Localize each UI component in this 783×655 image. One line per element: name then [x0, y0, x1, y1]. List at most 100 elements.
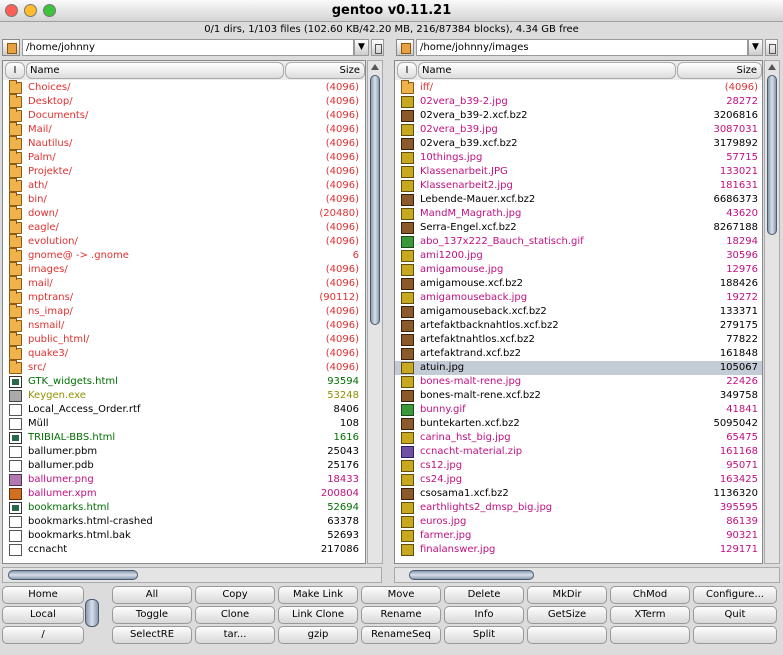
- left-path-input[interactable]: /home/johnny: [22, 39, 354, 56]
- file-row[interactable]: ballumer.png 18433: [3, 473, 365, 487]
- file-row[interactable]: ami1200.jpg 30596: [395, 249, 762, 263]
- right-scroll-up-icon[interactable]: [766, 62, 778, 72]
- right-hscroll-thumb[interactable]: [409, 570, 534, 580]
- left-scroll-up-icon[interactable]: [369, 62, 381, 72]
- xterm-button[interactable]: XTerm: [610, 606, 690, 624]
- file-row[interactable]: bookmarks.html 52694: [3, 501, 365, 515]
- file-row[interactable]: cs12.jpg 95071: [395, 459, 762, 473]
- left-path-dropdown-icon[interactable]: ▼: [354, 39, 369, 56]
- file-row[interactable]: Serra-Engel.xcf.bz2 8267188: [395, 221, 762, 235]
- renameseq-button[interactable]: RenameSeq: [361, 626, 441, 644]
- file-row[interactable]: MandM_Magrath.jpg 43620: [395, 207, 762, 221]
- file-row[interactable]: finalanswer.jpg 129171: [395, 543, 762, 557]
- file-row[interactable]: carina_hst_big.jpg 65475: [395, 431, 762, 445]
- chmod-button[interactable]: ChMod: [610, 586, 690, 604]
- file-row[interactable]: src/ (4096): [3, 360, 365, 375]
- file-row[interactable]: Müll 108: [3, 417, 365, 431]
- file-row[interactable]: GTK_widgets.html 93594: [3, 375, 365, 389]
- empty-button[interactable]: [693, 626, 777, 644]
- right-parent-dir-icon[interactable]: [396, 39, 414, 56]
- file-row[interactable]: down/ (20480): [3, 206, 365, 221]
- file-row[interactable]: evolution/ (4096): [3, 234, 365, 249]
- file-row[interactable]: 02vera_b39.jpg 3087031: [395, 123, 762, 137]
- file-row[interactable]: ccnacht-material.zip 161168: [395, 445, 762, 459]
- file-row[interactable]: Klassenarbeit2.jpg 181631: [395, 179, 762, 193]
- file-row[interactable]: farmer.jpg 90321: [395, 529, 762, 543]
- file-row[interactable]: bookmarks.html.bak 52693: [3, 529, 365, 543]
- file-row[interactable]: ath/ (4096): [3, 178, 365, 193]
- file-row[interactable]: Mail/ (4096): [3, 122, 365, 137]
- file-row[interactable]: gnome@ -> .gnome 6: [3, 248, 365, 263]
- left-parent-dir-icon[interactable]: [2, 39, 20, 56]
- file-row[interactable]: amigamouse.jpg 12976: [395, 263, 762, 277]
- file-row[interactable]: 02vera_b39-2.jpg 28272: [395, 95, 762, 109]
- clone-button[interactable]: Clone: [195, 606, 275, 624]
- file-row[interactable]: public_html/ (4096): [3, 332, 365, 347]
- file-row[interactable]: eagle/ (4096): [3, 220, 365, 235]
- left-header-size[interactable]: Size: [285, 62, 365, 79]
- button-bank-slider[interactable]: [85, 599, 99, 627]
- file-row[interactable]: bones-malt-rene.xcf.bz2 349758: [395, 389, 762, 403]
- right-header-size[interactable]: Size: [677, 62, 762, 79]
- gzip-button[interactable]: gzip: [278, 626, 358, 644]
- left-scroll-thumb[interactable]: [370, 75, 380, 325]
- file-row[interactable]: iff/ (4096): [395, 80, 762, 95]
- file-row[interactable]: ballumer.pdb 25176: [3, 459, 365, 473]
- file-row[interactable]: amigamouseback.jpg 19272: [395, 291, 762, 305]
- local-button[interactable]: Local: [2, 606, 84, 624]
- toggle-button[interactable]: Toggle: [112, 606, 192, 624]
- file-row[interactable]: Documents/ (4096): [3, 108, 365, 123]
- right-path-input[interactable]: /home/johnny/images: [416, 39, 748, 56]
- make-link-button[interactable]: Make Link: [278, 586, 358, 604]
- file-row[interactable]: mptrans/ (90112): [3, 290, 365, 305]
- file-row[interactable]: images/ (4096): [3, 262, 365, 277]
- file-row[interactable]: Projekte/ (4096): [3, 164, 365, 179]
- tar-button[interactable]: tar...: [195, 626, 275, 644]
- file-row[interactable]: quake3/ (4096): [3, 346, 365, 361]
- file-row[interactable]: earthlights2_dmsp_big.jpg 395595: [395, 501, 762, 515]
- file-row[interactable]: bunny.gif 41841: [395, 403, 762, 417]
- file-row[interactable]: bookmarks.html-crashed 63378: [3, 515, 365, 529]
- file-row[interactable]: csosama1.xcf.bz2 1136320: [395, 487, 762, 501]
- file-row[interactable]: artefaktrand.xcf.bz2 161848: [395, 347, 762, 361]
- selectre-button[interactable]: SelectRE: [112, 626, 192, 644]
- delete-button[interactable]: Delete: [444, 586, 524, 604]
- right-vertical-scrollbar[interactable]: [764, 60, 780, 564]
- file-row[interactable]: Palm/ (4096): [3, 150, 365, 165]
- file-row[interactable]: artefaktnahtlos.xcf.bz2 77822: [395, 333, 762, 347]
- file-row[interactable]: Choices/ (4096): [3, 80, 365, 95]
- right-scroll-thumb[interactable]: [767, 75, 777, 235]
- left-horizontal-scrollbar[interactable]: [2, 567, 382, 583]
- split-button[interactable]: Split: [444, 626, 524, 644]
- file-row[interactable]: ccnacht 217086: [3, 543, 365, 557]
- file-row[interactable]: ballumer.pbm 25043: [3, 445, 365, 459]
- file-row[interactable]: Lebende-Mauer.xcf.bz2 6686373: [395, 193, 762, 207]
- empty-button[interactable]: [610, 626, 690, 644]
- file-row[interactable]: 02vera_b39.xcf.bz2 3179892: [395, 137, 762, 151]
- move-button[interactable]: Move: [361, 586, 441, 604]
- left-header-select[interactable]: I: [5, 62, 25, 79]
- file-row[interactable]: 10things.jpg 57715: [395, 151, 762, 165]
- file-row[interactable]: ballumer.xpm 200804: [3, 487, 365, 501]
- copy-button[interactable]: Copy: [195, 586, 275, 604]
- left-path-lock-icon[interactable]: [371, 39, 384, 56]
- right-header-name[interactable]: Name: [418, 62, 676, 79]
- all-button[interactable]: All: [112, 586, 192, 604]
- file-row[interactable]: TRIBIAL-BBS.html 1616: [3, 431, 365, 445]
- file-row[interactable]: mail/ (4096): [3, 276, 365, 291]
- right-path-lock-icon[interactable]: [765, 39, 778, 56]
- file-row[interactable]: Local_Access_Order.rtf 8406: [3, 403, 365, 417]
- file-row[interactable]: cs24.jpg 163425: [395, 473, 762, 487]
- info-button[interactable]: Info: [444, 606, 524, 624]
- file-row[interactable]: artefaktbacknahtlos.xcf.bz2 279175: [395, 319, 762, 333]
- file-row[interactable]: Nautilus/ (4096): [3, 136, 365, 151]
- file-row[interactable]: Keygen.exe 53248: [3, 389, 365, 403]
- right-path-dropdown-icon[interactable]: ▼: [748, 39, 763, 56]
- file-row[interactable]: Klassenarbeit.JPG 133021: [395, 165, 762, 179]
- left-file-list[interactable]: I Name Size Choices/ (4096) Desktop/ (4096)…: [2, 60, 366, 564]
- right-file-list[interactable]: I Name Size iff/ (4096) 02vera_b39-2.jpg 28…: [394, 60, 763, 564]
- empty-button[interactable]: [527, 626, 607, 644]
- mkdir-button[interactable]: MkDir: [527, 586, 607, 604]
- file-row[interactable]: bones-malt-rene.jpg 22426: [395, 375, 762, 389]
- file-row[interactable]: Desktop/ (4096): [3, 94, 365, 109]
